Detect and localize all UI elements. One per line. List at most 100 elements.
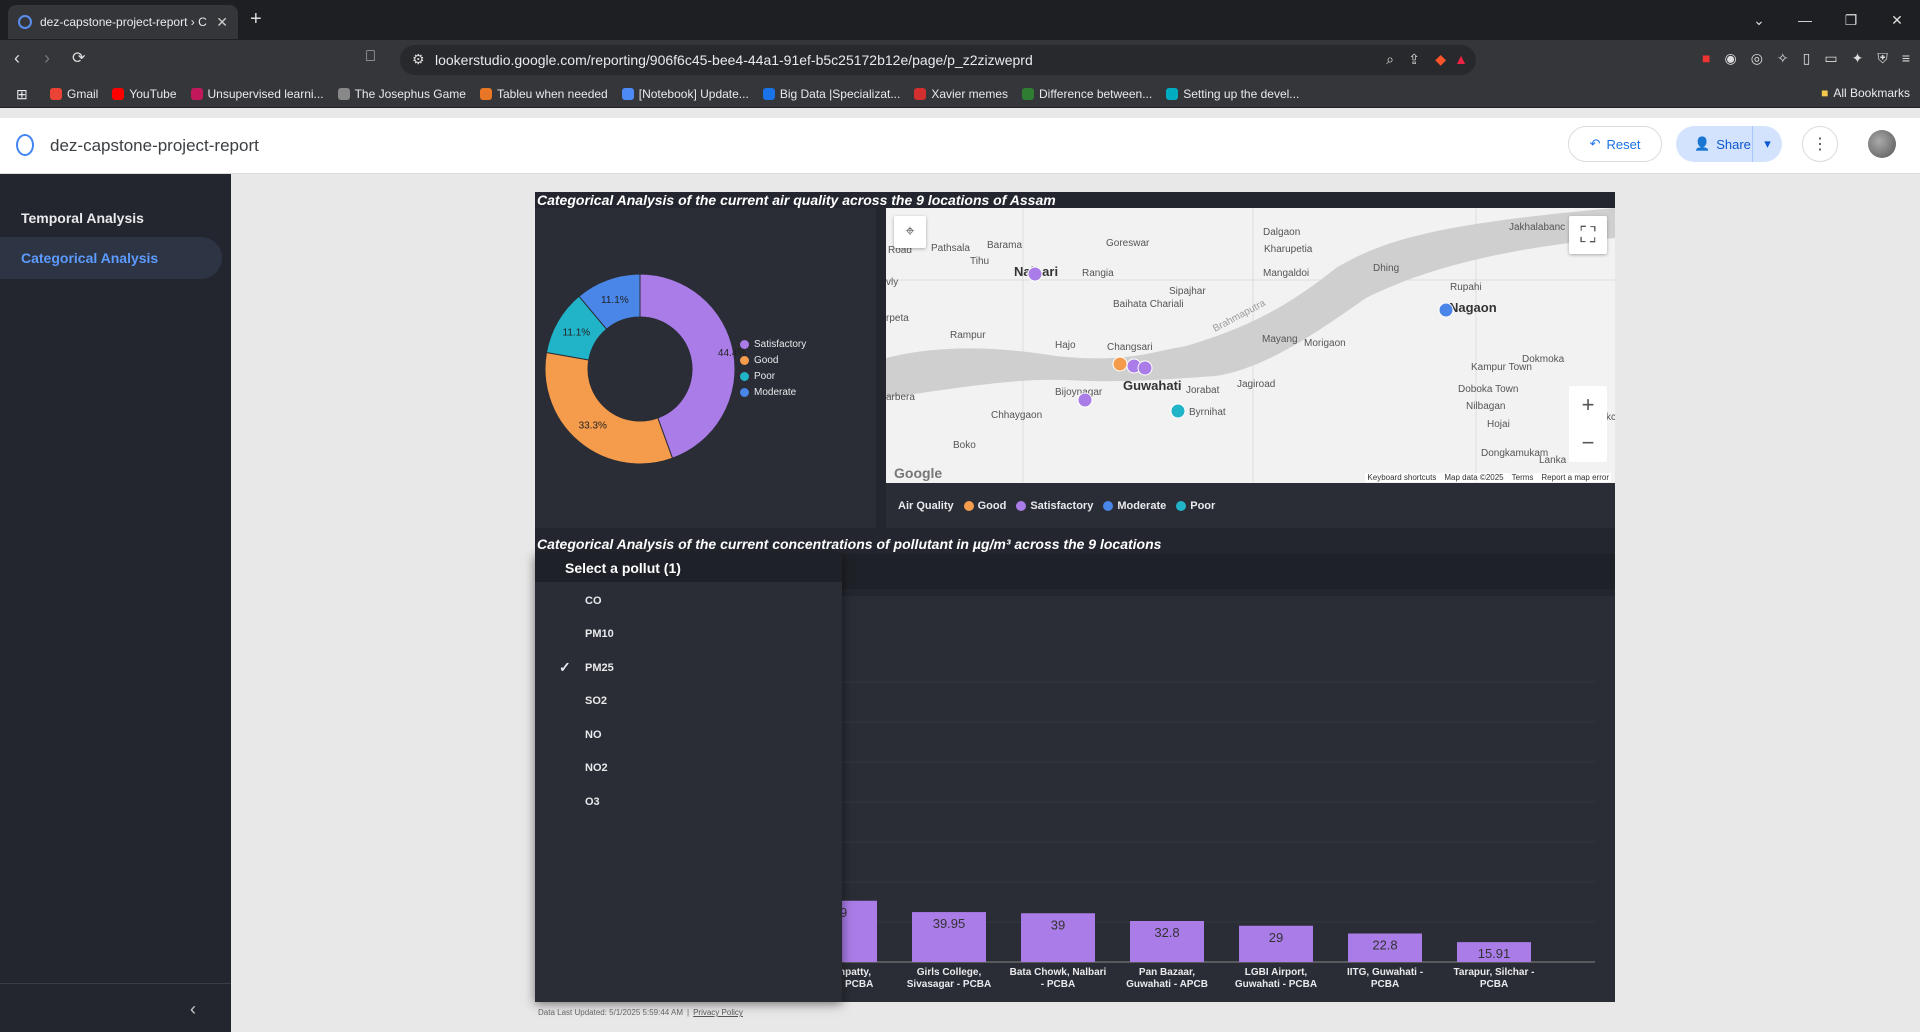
map-marker-satisfactory[interactable] <box>1137 360 1153 376</box>
brave-rewards-icon[interactable]: ▲ <box>1454 51 1468 67</box>
menu-icon[interactable]: ≡ <box>1902 50 1910 67</box>
site-info-icon[interactable]: ⚙ <box>412 51 425 68</box>
sidebar-item-categorical-analysis[interactable]: Categorical Analysis <box>0 237 222 279</box>
legend-swatch <box>1176 500 1187 511</box>
bookmark-label: [Notebook] Update... <box>638 86 749 101</box>
air-quality-map[interactable]: Dalgaon Goreswar Kharupetia Jakhalabanc Path… <box>886 208 1615 483</box>
pollutant-option-pm25[interactable]: ✓ PM25 <box>535 651 842 685</box>
reset-button[interactable]: ↶ Reset <box>1568 126 1662 162</box>
bookmark-item[interactable]: Difference between... <box>1022 87 1152 101</box>
pollutant-option-no[interactable]: NO <box>535 718 842 752</box>
apps-grid-icon[interactable]: ⊞ <box>16 86 28 103</box>
map-marker-moderate[interactable] <box>1438 302 1454 318</box>
map-place-label: arbera <box>886 392 915 403</box>
donut-slice-good[interactable] <box>544 351 674 465</box>
locate-me-icon[interactable]: ⌖ <box>894 216 926 248</box>
vpn-icon[interactable]: ⛨ <box>1877 50 1888 67</box>
minimize-icon[interactable]: — <box>1782 0 1828 40</box>
map-attribution-item[interactable]: Terms <box>1512 473 1534 482</box>
bookmark-item[interactable]: Xavier memes <box>914 87 1008 101</box>
bookmark-label: Setting up the devel... <box>1183 86 1300 101</box>
pollutant-option-label: CO <box>585 594 602 607</box>
bookmark-item[interactable]: The Josephus Game <box>337 87 466 101</box>
pollutant-option-co[interactable]: CO <box>535 584 842 618</box>
map-legend-title: Air Quality <box>898 499 954 512</box>
air-quality-donut-chart[interactable]: 44.4% 33.3% 11.1% 11.1% Satisfactory Good Poo… <box>535 208 876 528</box>
sidebar-item-temporal-analysis[interactable]: Temporal Analysis <box>0 197 222 239</box>
share-page-icon[interactable]: ⇪ <box>1408 51 1420 68</box>
zoom-out-icon[interactable]: − <box>1569 424 1607 462</box>
x-tick-label: Guwahati - APCB <box>1126 979 1208 990</box>
bookmark-item[interactable]: Big Data |Specializat... <box>762 87 900 101</box>
map-legend-item-moderate[interactable]: Moderate <box>1103 500 1166 512</box>
brave-shields-icon[interactable]: ◆ <box>1435 51 1446 68</box>
pollutant-dropdown-header[interactable]: Select a pollut (1) <box>535 554 842 582</box>
legend-swatch <box>1016 500 1027 511</box>
map-legend-item-good[interactable]: Good <box>963 500 1006 512</box>
pollutant-dropdown[interactable]: Select a pollut (1) CO PM10 ✓ PM25 SO2 NO NO2 O… <box>535 554 842 1002</box>
fullscreen-icon[interactable]: ⛶ <box>1569 216 1607 254</box>
bookmark-item[interactable]: Tableu when needed <box>479 86 608 101</box>
restore-icon[interactable]: ❐ <box>1828 0 1874 40</box>
new-tab-icon[interactable]: + <box>250 8 262 31</box>
map-marker-poor[interactable] <box>1170 403 1186 419</box>
forward-icon[interactable]: › <box>44 48 50 69</box>
map-legend-item-poor[interactable]: Poor <box>1176 500 1215 512</box>
close-tab-icon[interactable]: ✕ <box>216 14 228 31</box>
share-label: Share <box>1716 136 1751 152</box>
camera-extension-icon[interactable]: ◉ <box>1724 50 1736 67</box>
share-button[interactable]: 👤 Share ▾ <box>1676 126 1782 162</box>
section-title-air-quality: Categorical Analysis of the current air … <box>537 192 1056 208</box>
map-marker-satisfactory[interactable] <box>1077 392 1093 408</box>
reload-icon[interactable]: ⟳ <box>72 48 85 68</box>
all-bookmarks[interactable]: ■ All Bookmarks <box>1821 86 1910 100</box>
legend-item-poor[interactable]: Poor <box>740 368 806 384</box>
zoom-icon[interactable]: ⌕ <box>1386 51 1394 68</box>
pollutant-option-no2[interactable]: NO2 <box>535 752 842 786</box>
pollutant-option-so2[interactable]: SO2 <box>535 685 842 719</box>
legend-item-good[interactable]: Good <box>740 352 806 368</box>
collapse-sidebar-icon[interactable]: ‹ <box>190 999 196 1020</box>
map-legend-item-satisfactory[interactable]: Satisfactory <box>1016 500 1093 512</box>
more-options-icon[interactable]: ⋮ <box>1802 126 1838 162</box>
extension-icon[interactable]: ◎ <box>1751 50 1763 67</box>
leo-ai-icon[interactable]: ✦ <box>1852 50 1864 67</box>
tab-search-icon[interactable]: ⌄ <box>1736 0 1782 40</box>
bookmark-label: Tableu when needed <box>496 86 608 101</box>
map-marker-satisfactory[interactable] <box>1027 266 1043 282</box>
extensions-puzzle-icon[interactable]: ✧ <box>1777 50 1789 67</box>
pollutant-option-pm10[interactable]: PM10 <box>535 618 842 652</box>
bookmark-item[interactable]: YouTube <box>112 87 177 101</box>
legend-item-moderate[interactable]: Moderate <box>740 384 806 400</box>
map-attribution-item[interactable]: Map data ©2025 <box>1444 473 1503 482</box>
donut-slice-label: 11.1% <box>601 295 629 306</box>
map-svg[interactable]: Dalgaon Goreswar Kharupetia Jakhalabanc Path… <box>886 208 1615 483</box>
browser-tab[interactable]: dez-capstone-project-report › C ✕ <box>8 5 238 39</box>
legend-item-satisfactory[interactable]: Satisfactory <box>740 336 806 352</box>
bookmark-label: Unsupervised learni... <box>207 86 324 101</box>
bookmark-item[interactable]: [Notebook] Update... <box>621 86 749 101</box>
share-dropdown-chevron-icon[interactable]: ▾ <box>1752 126 1782 162</box>
map-marker-good[interactable] <box>1112 356 1128 372</box>
bookmark-item[interactable]: Gmail <box>50 87 98 101</box>
donut-svg: 44.4%33.3%11.1%11.1% <box>544 273 746 465</box>
address-bar[interactable]: ⚙ lookerstudio.google.com/reporting/906f… <box>400 45 1476 75</box>
sidebar-toggle-icon[interactable]: ▯ <box>1803 50 1811 67</box>
bookmark-item[interactable]: Unsupervised learni... <box>190 86 324 101</box>
zoom-in-icon[interactable]: + <box>1569 386 1607 424</box>
page-navigation: Temporal Analysis Categorical Analysis ‹ <box>0 174 231 1032</box>
map-place-label: Tihu <box>970 256 989 267</box>
avatar[interactable] <box>1868 130 1896 158</box>
privacy-policy-link[interactable]: Privacy Policy <box>693 1008 743 1017</box>
pdf-extension-icon[interactable]: ■ <box>1702 50 1710 67</box>
bookmark-page-icon[interactable]: ⎕ <box>366 48 375 65</box>
back-icon[interactable]: ‹ <box>14 48 20 69</box>
bookmark-favicon-icon <box>1166 87 1179 100</box>
map-attribution-item[interactable]: Report a map error <box>1541 473 1609 482</box>
pollutant-option-o3[interactable]: O3 <box>535 785 842 819</box>
close-window-icon[interactable]: ✕ <box>1874 0 1920 40</box>
map-attribution-item[interactable]: Keyboard shortcuts <box>1367 473 1436 482</box>
x-tick-label: IITG, Guwahati - <box>1347 967 1423 978</box>
bookmark-item[interactable]: Setting up the devel... <box>1166 87 1299 101</box>
wallet-icon[interactable]: ▭ <box>1824 50 1837 67</box>
